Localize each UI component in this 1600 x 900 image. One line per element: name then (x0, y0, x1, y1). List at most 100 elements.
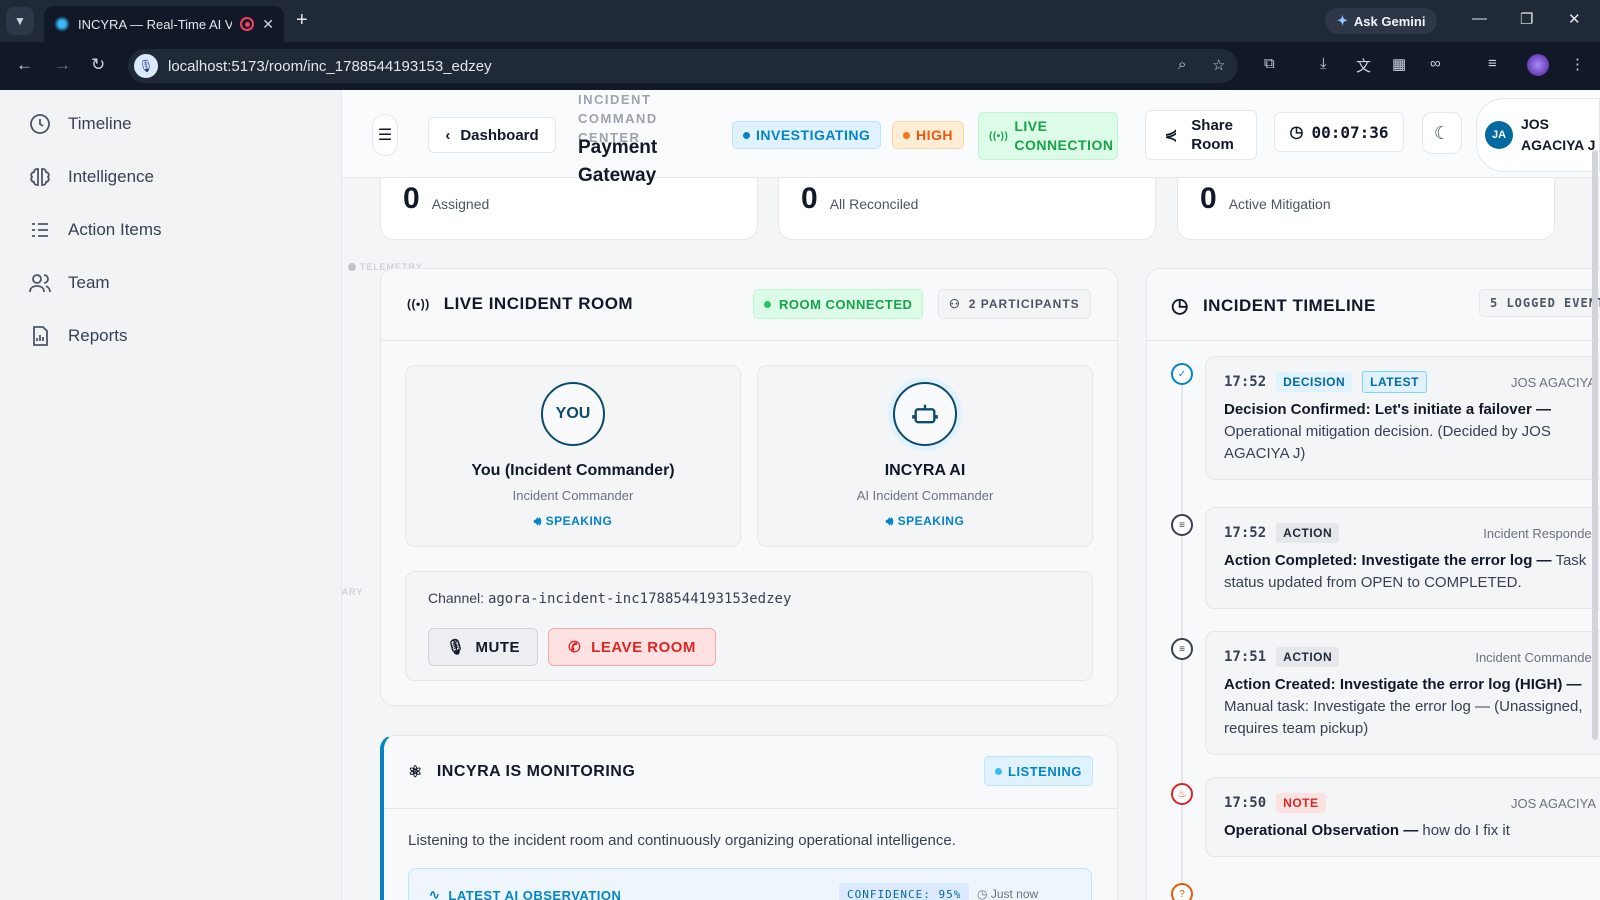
latest-observation: ∿ LATEST AI OBSERVATION CONFIDENCE: 95% ◷… (408, 868, 1092, 900)
sidebar: Timeline Intelligence Action Items Team … (0, 90, 342, 900)
participant-name: You (Incident Commander) (471, 462, 675, 479)
profile-avatar[interactable] (1527, 54, 1549, 76)
stat-label: All Reconciled (829, 196, 919, 212)
listening-text: LISTENING (1008, 763, 1082, 779)
channel-id: agora-incident-inc1788544193153edzey (487, 591, 792, 607)
browser-menu-icon[interactable]: ⋮ (1570, 55, 1585, 73)
stat-mitigation: 0 Active Mitigation (1177, 178, 1555, 240)
timeline-event[interactable]: 17:52 ACTION Incident Responder Action C… (1205, 507, 1600, 609)
observation-time-text: Just now (990, 887, 1039, 900)
share-icon: ⋞ (1164, 126, 1178, 144)
timeline-event[interactable]: 17:50 NOTE JOS AGACIYA Operational Obser… (1205, 777, 1600, 857)
forward-icon[interactable]: → (54, 55, 71, 75)
stat-label: Active Mitigation (1228, 196, 1331, 212)
event-body: Decision Confirmed: Let's initiate a fai… (1224, 399, 1596, 465)
bookmark-star-icon[interactable]: ☆ (1212, 56, 1225, 74)
dashboard-button[interactable]: ‹ Dashboard (428, 117, 556, 153)
recording-icon (240, 17, 255, 31)
menu-icon[interactable]: ☰ (372, 114, 398, 156)
user-menu[interactable]: JA JOS AGACIYA J (1476, 98, 1600, 172)
logged-events-badge: 5 LOGGED EVENTS (1479, 289, 1600, 317)
speaker-icon: 🔊︎ (885, 514, 898, 528)
room-connected-badge: ROOM CONNECTED (753, 289, 924, 319)
participants-badge[interactable]: ⚇ 2 PARTICIPANTS (938, 289, 1091, 319)
reload-icon[interactable]: ↻ (91, 55, 105, 75)
url-text: localhost:5173/room/inc_1788544193153_ed… (168, 57, 492, 75)
event-type-badge: DECISION (1276, 372, 1353, 392)
event-type-badge: ACTION (1276, 647, 1340, 667)
timeline-event[interactable]: 17:51 ACTION Incident Commander Action C… (1205, 631, 1600, 755)
share-room-button[interactable]: ⋞ Share Room (1145, 110, 1257, 160)
clock-icon: ◷ (977, 887, 991, 900)
listening-dot-icon (995, 767, 1002, 775)
new-tab-icon[interactable]: + (296, 9, 308, 32)
chevron-left-icon: ‹ (445, 126, 451, 144)
stat-reconciled: 0 All Reconciled (778, 178, 1156, 240)
sidebar-item-intelligence[interactable]: Intelligence (28, 165, 154, 189)
incident-timeline: ◷ INCIDENT TIMELINE 5 LOGGED EVENTS ✓ 17:… (1146, 268, 1600, 900)
sidebar-item-action-items[interactable]: Action Items (28, 218, 162, 242)
mute-label: MUTE (475, 638, 521, 656)
event-author: JOS AGACIYA (1510, 795, 1596, 811)
stat-value: 0 (801, 182, 818, 215)
tab-close-icon[interactable]: ✕ (262, 16, 274, 33)
stat-assigned: 0 Assigned (380, 178, 758, 240)
translate-icon[interactable]: 文 (1356, 55, 1371, 76)
status-dot-icon (743, 131, 750, 139)
page-scrollbar[interactable] (1592, 150, 1598, 740)
timeline-event[interactable]: 17:52 DECISION LATEST JOS AGACIYA Decisi… (1205, 356, 1600, 480)
back-icon[interactable]: ← (16, 55, 33, 75)
link-icon[interactable]: ∞ (1430, 55, 1441, 72)
sidebar-item-timeline[interactable]: Timeline (28, 112, 132, 136)
speaking-indicator: 🔊︎ SPEAKING (406, 514, 740, 529)
event-detail: how do I fix it (1422, 822, 1510, 839)
tab-search-icon[interactable]: ▼ (6, 7, 34, 35)
download-icon[interactable]: ⤓ (1320, 55, 1327, 72)
users-icon (29, 274, 51, 293)
restore-icon[interactable]: ❐ (1520, 10, 1533, 28)
zoom-icon[interactable]: ⌕ (1178, 56, 1186, 73)
event-author: JOS AGACIYA (1510, 374, 1596, 390)
event-body: Action Completed: Investigate the error … (1224, 550, 1596, 594)
severity-text: HIGH (916, 127, 953, 143)
question-icon: ? (1171, 883, 1193, 900)
sidebar-item-reports[interactable]: Reports (28, 324, 128, 348)
apps-icon[interactable]: ▦ (1392, 55, 1406, 73)
telemetry-dot-icon (348, 263, 356, 271)
room-title: ((•)) LIVE INCIDENT ROOM (407, 294, 633, 314)
mute-button[interactable]: 🎙︎ MUTE (428, 628, 538, 666)
minimize-icon[interactable]: — (1472, 10, 1487, 27)
ask-gemini-button[interactable]: ✦ Ask Gemini (1325, 8, 1438, 34)
url-field[interactable]: 🎙 localhost:5173/room/inc_1788544193153_… (128, 49, 1238, 83)
timeline-title-text: INCIDENT TIMELINE (1202, 295, 1376, 315)
live-incident-room: ((•)) LIVE INCIDENT ROOM ROOM CONNECTED ⚇… (380, 268, 1118, 706)
signal-icon: ((•)) (989, 130, 1009, 142)
leave-room-button[interactable]: ✆ LEAVE ROOM (548, 628, 716, 666)
speaking-text: SPEAKING (897, 514, 965, 528)
ask-gemini-label: Ask Gemini (1353, 13, 1426, 29)
event-author: Incident Commander (1475, 649, 1596, 665)
microphone-icon[interactable]: 🎙 (134, 54, 158, 78)
theme-toggle-moon-icon[interactable]: ☾ (1422, 112, 1462, 154)
event-meta: 17:52 DECISION LATEST JOS AGACIYA (1224, 371, 1596, 393)
participant-role: Incident Commander (512, 488, 634, 503)
speaker-icon: 🔊︎ (533, 514, 546, 528)
media-icon[interactable]: ≡ (1488, 55, 1497, 72)
user-name: JOS AGACIYA J (1521, 116, 1596, 153)
status-text: INVESTIGATING (756, 127, 871, 143)
incident-header: ☰ ‹ Dashboard INCIDENT COMMAND CENTER Pa… (342, 90, 1600, 186)
event-headline: Action Created: Investigate the error lo… (1224, 676, 1582, 693)
ai-monitoring-panel: ⚛ INCYRA IS MONITORING LISTENING Listenin… (380, 735, 1118, 900)
speaking-text: SPEAKING (545, 514, 613, 528)
browser-tab[interactable]: INCYRA — Real-Time AI Vo ✕ (44, 6, 284, 42)
severity-dot-icon (903, 131, 910, 139)
participants-text: 2 PARTICIPANTS (968, 297, 1080, 311)
sidebar-item-team[interactable]: Team (28, 271, 110, 295)
stat-label: Assigned (431, 196, 490, 212)
observation-label-text: LATEST AI OBSERVATION (448, 887, 622, 900)
extensions-icon[interactable]: ⧉ (1264, 55, 1275, 72)
channel-info: Channel: agora-incident-inc1788544193153… (428, 590, 791, 607)
tab-title: INCYRA — Real-Time AI Vo (78, 16, 233, 32)
phone-off-icon: ✆ (568, 639, 582, 656)
close-window-icon[interactable]: ✕ (1568, 10, 1581, 28)
